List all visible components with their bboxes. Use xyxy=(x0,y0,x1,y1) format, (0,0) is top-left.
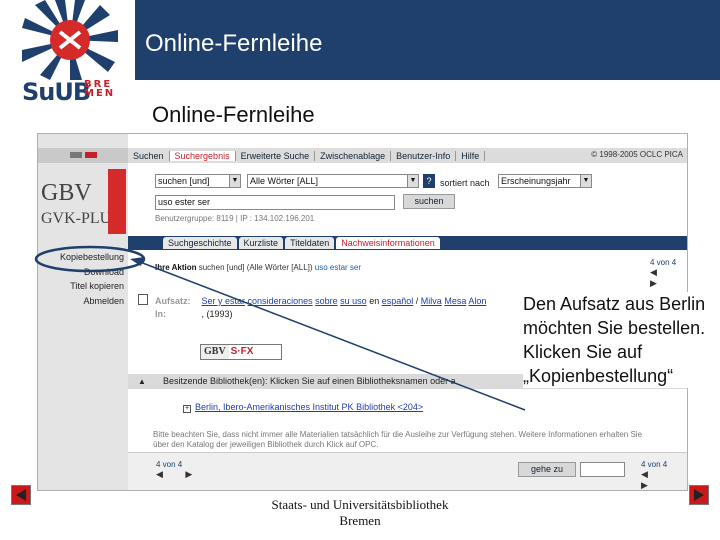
goto-button[interactable]: gehe zu xyxy=(518,462,576,477)
arrow-right-icon xyxy=(694,489,704,501)
library-name[interactable]: Berlin, Ibero-Amerikanisches Institut PK… xyxy=(195,402,423,412)
nav-suchergebnis[interactable]: Suchergebnis xyxy=(169,150,236,161)
instruction-callout: Den Aufsatz aus Berlin möchten Sie beste… xyxy=(523,292,720,388)
pager-bottom-right: 4 von 4 ◀ ▶ xyxy=(641,460,687,490)
in-value: , (1993) xyxy=(201,309,233,319)
in-label: In: xyxy=(155,309,166,319)
tab-titeldaten[interactable]: Titeldaten xyxy=(285,237,335,249)
expand-icon[interactable]: + xyxy=(183,405,191,413)
footer-line2: Bremen xyxy=(339,513,381,528)
footer: Staats- und Universitätsbibliothek Breme… xyxy=(250,497,470,529)
help-icon[interactable]: ? xyxy=(423,174,435,188)
tabs: Suchgeschichte Kurzliste Titeldaten Nach… xyxy=(163,237,442,249)
libraries-header-text: Besitzende Bibliothek(en): Klicken Sie a… xyxy=(163,376,456,386)
search-mode-select[interactable]: suchen [und] ▼ xyxy=(155,174,241,188)
title-link[interactable]: consideraciones xyxy=(248,296,313,306)
goto-input[interactable] xyxy=(580,462,625,477)
title-word: / xyxy=(415,296,419,306)
pager-text: 4 von 4 xyxy=(641,460,668,469)
copyright: © 1998-2005 OCLC PICA xyxy=(591,150,683,159)
user-group-info: Benutzergruppe: 8119 | IP : 134.102.196.… xyxy=(155,214,315,223)
chevron-down-icon: ▼ xyxy=(407,175,418,187)
gbv-label: GBV xyxy=(201,345,229,359)
suub-logo: SuUB BRE MEN xyxy=(0,0,135,106)
menu-titel-kopieren[interactable]: Titel kopieren xyxy=(38,281,126,296)
pager-text: 4 von 4 xyxy=(156,460,183,469)
action-text: suchen [und] (Alle Wörter [ALL]) xyxy=(198,263,313,272)
pager-arrows[interactable]: ◀ ▶ xyxy=(156,469,202,480)
sort-value: Erscheinungsjahr xyxy=(501,176,571,186)
search-field-select[interactable]: Alle Wörter [ALL] ▼ xyxy=(247,174,419,188)
action-label: Ihre Aktion xyxy=(155,263,197,272)
title-word: en xyxy=(369,296,380,306)
next-slide-button[interactable] xyxy=(689,485,709,505)
sort-label: sortiert nach xyxy=(440,178,490,188)
nav-hilfe[interactable]: Hilfe xyxy=(456,150,486,161)
slide-title: Online-Fernleihe xyxy=(152,102,315,127)
sort-select[interactable]: Erscheinungsjahr ▼ xyxy=(498,174,592,188)
logo-star-icon xyxy=(22,0,118,80)
pager-top: 4 von 4 ◀ ▶ xyxy=(650,258,687,289)
record-details: Aufsatz: Ser y estar consideraciones sob… xyxy=(155,296,525,319)
nav-suchen[interactable]: Suchen xyxy=(128,150,170,161)
tab-suchgeschichte[interactable]: Suchgeschichte xyxy=(163,237,237,249)
top-nav: Suchen Suchergebnis Erweiterte Suche Zwi… xyxy=(128,148,687,163)
pager-text: 4 von 4 xyxy=(650,258,677,267)
title-link[interactable]: Ser y estar xyxy=(202,296,246,306)
pager-arrows[interactable]: ◀ ▶ xyxy=(650,267,687,289)
title-link[interactable]: su uso xyxy=(340,296,367,306)
footer-line1: Staats- und Universitätsbibliothek xyxy=(271,497,449,512)
document-icon xyxy=(138,294,148,305)
search-input[interactable]: uso ester ser xyxy=(155,195,395,210)
nav-zwischenablage[interactable]: Zwischenablage xyxy=(315,150,392,161)
side-menu: Kopiebestellung Download Titel kopieren … xyxy=(38,252,126,310)
title-link[interactable]: sobre xyxy=(315,296,338,306)
search-mode-value: suchen [und] xyxy=(158,176,210,186)
banner-title: Online-Fernleihe xyxy=(145,30,323,57)
library-link[interactable]: + Berlin, Ibero-Amerikanisches Institut P… xyxy=(183,402,423,413)
author-link[interactable]: Alon xyxy=(468,296,486,306)
gbv-sfx-button[interactable]: GBV S·FX xyxy=(200,344,282,360)
availability-note: Bitte beachten Sie, dass nicht immer all… xyxy=(153,430,643,449)
chevron-down-icon: ▼ xyxy=(229,175,240,187)
language-flags[interactable] xyxy=(38,148,128,163)
arrow-left-icon xyxy=(16,489,26,501)
pager-arrows[interactable]: ◀ ▶ xyxy=(641,469,687,490)
gbv-logo: GBV xyxy=(41,180,92,206)
chevron-down-icon: ▼ xyxy=(580,175,591,187)
pager-bottom-left: 4 von 4 ◀ ▶ xyxy=(156,460,202,480)
search-field-value: Alle Wörter [ALL] xyxy=(250,176,319,186)
prev-slide-button[interactable] xyxy=(11,485,31,505)
nav-benutzer-info[interactable]: Benutzer-Info xyxy=(391,150,457,161)
tab-nachweisinformationen[interactable]: Nachweisinformationen xyxy=(336,237,440,249)
author-link[interactable]: Mesa xyxy=(444,296,466,306)
menu-abmelden[interactable]: Abmelden xyxy=(38,296,126,311)
action-query: uso estar ser xyxy=(314,263,362,272)
collapse-icon[interactable]: ▲ xyxy=(138,374,146,389)
sfx-label: S·FX xyxy=(230,346,254,357)
menu-download[interactable]: Download xyxy=(38,267,126,282)
search-button[interactable]: suchen xyxy=(403,194,455,209)
menu-kopiebestellung[interactable]: Kopiebestellung xyxy=(38,252,126,267)
logo-text: SuUB xyxy=(22,78,91,106)
nav-erweiterte-suche[interactable]: Erweiterte Suche xyxy=(236,150,316,161)
tab-kurzliste[interactable]: Kurzliste xyxy=(238,237,284,249)
aufsatz-label: Aufsatz: xyxy=(155,296,191,306)
author-link[interactable]: Milva xyxy=(421,296,442,306)
brand-bar xyxy=(108,169,126,234)
logo-bremen: BRE MEN xyxy=(84,79,116,99)
current-action: Ihre Aktion suchen [und] (Alle Wörter [A… xyxy=(155,263,361,272)
title-link[interactable]: español xyxy=(382,296,414,306)
